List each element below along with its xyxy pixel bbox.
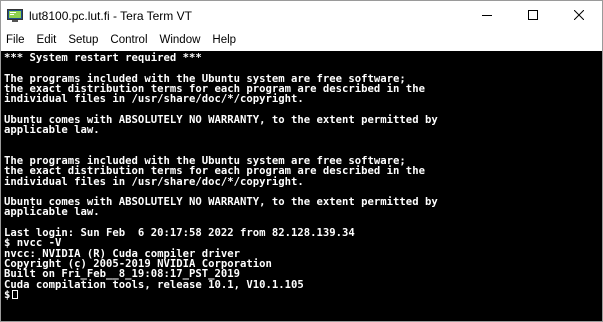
terminal-line: Cuda compilation tools, release 10.1, V1… xyxy=(4,278,304,291)
window-title: lut8100.pc.lut.fi - Tera Term VT xyxy=(29,9,192,23)
maximize-icon xyxy=(528,7,538,25)
menu-control[interactable]: Control xyxy=(104,31,153,50)
teraterm-window: lut8100.pc.lut.fi - Tera Term VT File Ed… xyxy=(0,0,603,322)
shell-prompt: $ xyxy=(4,288,11,301)
menu-edit[interactable]: Edit xyxy=(31,31,63,50)
terminal-cursor xyxy=(12,289,19,299)
minimize-button[interactable] xyxy=(464,1,510,31)
terminal-line: individual files in /usr/share/doc/*/cop… xyxy=(4,93,304,106)
close-button[interactable] xyxy=(556,1,602,31)
terminal-line: applicable law. xyxy=(4,206,100,219)
terminal-line: applicable law. xyxy=(4,124,100,137)
teraterm-monitor-icon xyxy=(7,9,23,23)
window-controls xyxy=(464,1,602,31)
terminal-screen[interactable]: *** System restart required *** The prog… xyxy=(1,51,602,321)
menu-help[interactable]: Help xyxy=(206,31,242,50)
terminal-line: *** System restart required *** xyxy=(4,52,202,64)
menu-setup[interactable]: Setup xyxy=(62,31,104,50)
menu-window[interactable]: Window xyxy=(154,31,207,50)
terminal-prompt-line[interactable]: $ xyxy=(4,290,438,300)
terminal-line: Last login: Sun Feb 6 20:17:58 2022 from… xyxy=(4,227,355,240)
maximize-button[interactable] xyxy=(510,1,556,31)
menu-file[interactable]: File xyxy=(1,31,31,50)
minimize-icon xyxy=(482,7,492,25)
menu-bar: File Edit Setup Control Window Help xyxy=(1,31,602,50)
title-bar[interactable]: lut8100.pc.lut.fi - Tera Term VT xyxy=(1,1,602,31)
close-icon xyxy=(573,7,585,25)
terminal-line: Built on Fri_Feb__8_19:08:17_PST_2019 xyxy=(4,268,240,281)
terminal-line: individual files in /usr/share/doc/*/cop… xyxy=(4,175,304,188)
terminal-output: *** System restart required *** The prog… xyxy=(4,52,438,301)
